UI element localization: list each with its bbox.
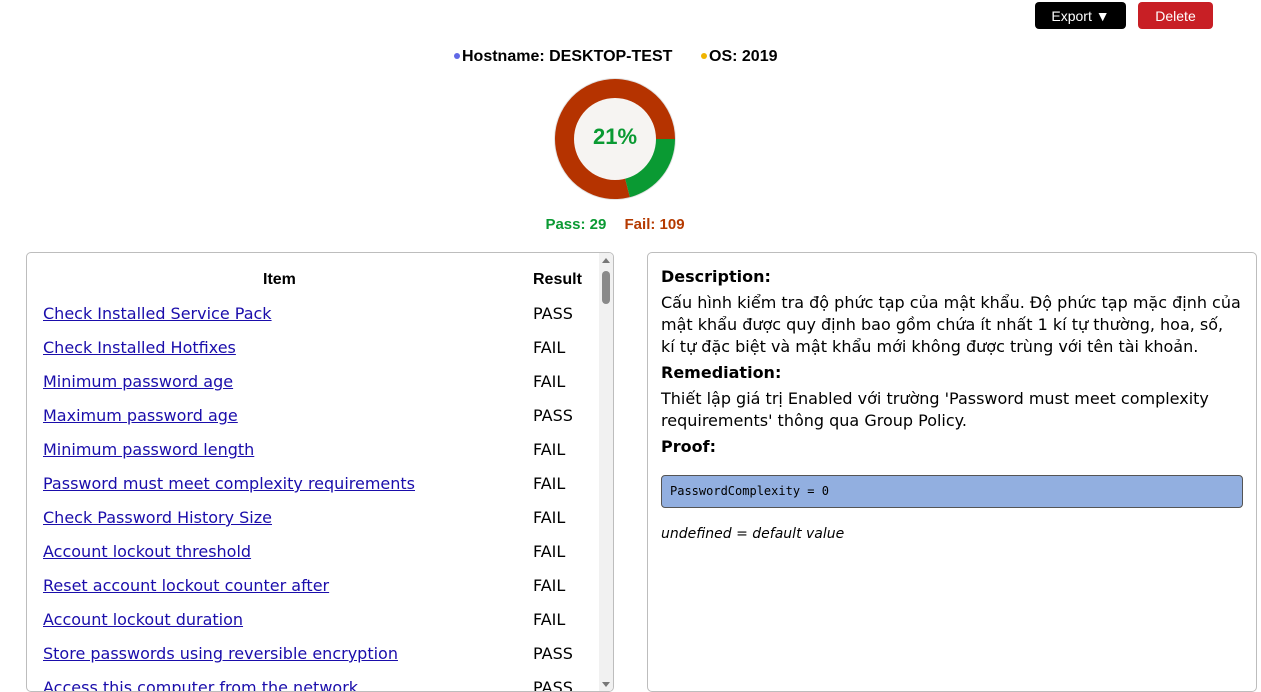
os-label: OS: 2019 [701,48,777,66]
delete-button[interactable]: Delete [1138,2,1213,29]
check-item-link[interactable]: Minimum password length [43,440,254,459]
result-column-header: Result [533,271,582,288]
proof-note: undefined = default value [661,526,845,542]
export-dropdown-button[interactable]: Export ▼ [1035,2,1126,29]
proof-title: Proof: [661,437,716,456]
table-row: Reset account lockout counter after FAIL [43,576,565,600]
pass-fail-stats: Pass: 29 Fail: 109 [0,216,1230,233]
proof-code-box: PasswordComplexity = 0 [661,475,1243,508]
check-result: PASS [533,678,573,692]
table-row: Access this computer from the network PAS… [43,678,573,691]
check-results-table: Item Result Check Installed Service Pack… [26,252,614,692]
hostname-dot-icon [454,52,460,59]
table-row: Check Installed Hotfixes FAIL [43,338,565,362]
os-text: OS: 2019 [709,48,778,65]
check-item-link[interactable]: Maximum password age [43,406,238,425]
check-result: PASS [533,406,573,425]
check-result: FAIL [533,542,566,561]
check-item-link[interactable]: Minimum password age [43,372,233,391]
check-result: FAIL [533,440,566,459]
table-scrollbar[interactable] [599,253,613,691]
check-result: PASS [533,304,573,323]
check-item-link[interactable]: Check Installed Service Pack [43,304,272,323]
pass-percent-label: 21% [592,124,638,149]
check-result: FAIL [533,474,566,493]
remediation-text: Thiết lập giá trị Enabled với trường 'Pa… [661,389,1209,430]
check-result: FAIL [533,610,566,629]
os-dot-icon [701,52,707,59]
table-row: Check Password History Size FAIL [43,508,565,532]
item-column-header: Item [263,271,296,288]
table-row: Minimum password age FAIL [43,372,565,396]
description-text: Cấu hình kiểm tra độ phức tạp của mật kh… [661,293,1241,356]
description-title: Description: [661,267,771,286]
check-result: FAIL [533,576,566,595]
hostname-label: Hostname: DESKTOP-TEST [454,48,672,66]
table-row: Store passwords using reversible encrypt… [43,644,573,668]
table-row: Account lockout threshold FAIL [43,542,565,566]
detail-panel: Description: Cấu hình kiểm tra độ phức t… [647,252,1257,692]
check-result: FAIL [533,508,566,527]
scrollbar-thumb[interactable] [602,271,610,304]
check-item-link[interactable]: Access this computer from the network [43,678,358,691]
check-item-link[interactable]: Check Installed Hotfixes [43,338,236,357]
hostname-text: Hostname: DESKTOP-TEST [462,48,673,65]
remediation-title: Remediation: [661,363,782,382]
check-result: FAIL [533,372,566,391]
fail-count: Fail: 109 [624,216,685,233]
check-item-link[interactable]: Account lockout duration [43,610,243,629]
table-row: Password must meet complexity requiremen… [43,474,565,498]
check-result: FAIL [533,338,566,357]
scroll-up-arrow-icon[interactable] [602,258,610,263]
pass-count: Pass: 29 [545,216,607,233]
table-row: Minimum password length FAIL [43,440,565,464]
check-item-link[interactable]: Account lockout threshold [43,542,251,561]
check-item-link[interactable]: Check Password History Size [43,508,272,527]
check-item-link[interactable]: Password must meet complexity requiremen… [43,474,415,493]
check-item-link[interactable]: Store passwords using reversible encrypt… [43,644,398,663]
table-row: Maximum password age PASS [43,406,573,430]
check-item-link[interactable]: Reset account lockout counter after [43,576,329,595]
table-row: Check Installed Service Pack PASS [43,304,573,328]
table-row: Account lockout duration FAIL [43,610,565,634]
check-result: PASS [533,644,573,663]
